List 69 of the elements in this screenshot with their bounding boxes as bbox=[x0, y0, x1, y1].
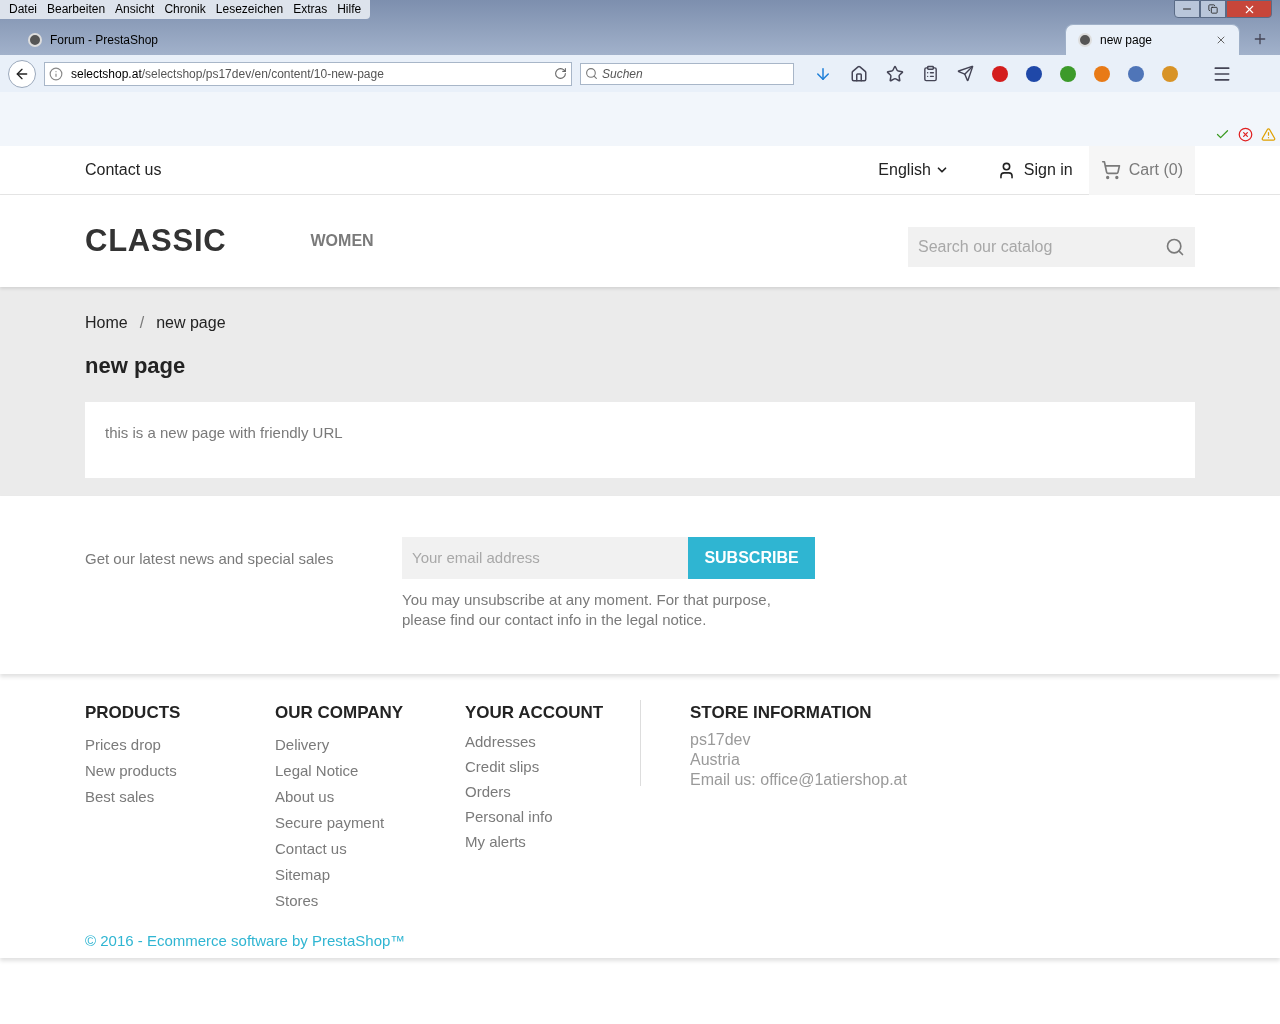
reload-icon[interactable] bbox=[554, 67, 567, 80]
store-info-line: Austria bbox=[690, 749, 741, 770]
minimize-button[interactable] bbox=[1174, 0, 1200, 18]
newsletter-label: Get our latest news and special sales bbox=[85, 549, 335, 569]
breadcrumb-link[interactable]: new page bbox=[156, 311, 226, 335]
address-bar[interactable]: selectshop.at/selectshop/ps17dev/en/content/10-new-page bbox=[44, 61, 572, 86]
info-icon[interactable] bbox=[49, 66, 63, 81]
tab-title: Forum - PrestaShop bbox=[50, 31, 160, 49]
search-icon bbox=[585, 67, 598, 80]
shop-logo[interactable]: CLASSIC bbox=[85, 217, 227, 265]
tab-title: new page bbox=[1100, 32, 1154, 49]
clipboard-icon[interactable] bbox=[922, 65, 939, 82]
close-button[interactable] bbox=[1226, 0, 1272, 18]
footer-link[interactable]: About us bbox=[275, 786, 465, 806]
subscribe-button[interactable]: SUBSCRIBE bbox=[688, 537, 815, 579]
url-host: selectshop.at/selectshop/ps17dev/en/content/10-new-page bbox=[71, 65, 384, 83]
footer-link[interactable]: Addresses bbox=[465, 731, 640, 751]
footer-link[interactable]: Personal info bbox=[465, 806, 640, 826]
footer-link[interactable]: Sitemap bbox=[275, 864, 465, 884]
footer-link[interactable]: Best sales bbox=[85, 786, 275, 806]
menu-item[interactable]: Extras bbox=[288, 0, 333, 19]
menu-item[interactable]: Lesezeichen bbox=[210, 0, 289, 19]
page-title: new page bbox=[85, 352, 187, 380]
menu-item[interactable]: Hilfe bbox=[332, 0, 367, 19]
menu-item[interactable]: Chronik bbox=[159, 0, 211, 19]
cart-button[interactable]: Cart (0) bbox=[1088, 145, 1195, 195]
footer-link[interactable]: Legal Notice bbox=[275, 760, 465, 780]
close-icon[interactable] bbox=[1215, 34, 1227, 46]
restore-icon bbox=[1208, 4, 1218, 14]
menu-item[interactable]: Ansicht bbox=[110, 0, 160, 19]
store-info-line: Email us: office@1atiershop.at bbox=[690, 769, 907, 790]
error-icon bbox=[1238, 127, 1253, 142]
copyright-link[interactable]: © 2016 - Ecommerce software by PrestaShop™ bbox=[85, 929, 1195, 952]
footer-link[interactable]: My alerts bbox=[465, 831, 640, 851]
contact-link[interactable]: Contact us bbox=[85, 158, 162, 182]
footer-heading: PRODUCTS bbox=[85, 702, 182, 724]
footer-link[interactable]: Stores bbox=[275, 890, 465, 910]
page-content: this is a new page with friendly URL bbox=[105, 423, 344, 443]
footer-link[interactable]: New products bbox=[85, 760, 275, 780]
category-link[interactable]: WOMEN bbox=[310, 229, 374, 253]
sign-in-link[interactable]: Sign in bbox=[996, 158, 1073, 182]
store-info-line: ps17dev bbox=[690, 729, 752, 750]
footer-link[interactable]: Contact us bbox=[275, 838, 465, 858]
back-button[interactable] bbox=[8, 59, 36, 88]
browser-tab[interactable]: Forum - PrestaShop bbox=[24, 24, 174, 55]
warning-icon bbox=[1261, 127, 1276, 142]
search-icon[interactable] bbox=[1165, 237, 1185, 257]
language-dropdown[interactable]: English bbox=[878, 158, 949, 182]
new-tab-icon[interactable] bbox=[1252, 31, 1268, 47]
search-field[interactable]: Suchen bbox=[580, 62, 794, 85]
breadcrumb-link[interactable]: Home bbox=[85, 311, 128, 335]
footer-link[interactable]: Prices drop bbox=[85, 734, 275, 754]
footer-heading: YOUR ACCOUNT bbox=[465, 702, 605, 724]
breadcrumb-separator: / bbox=[139, 313, 145, 333]
browser-tab[interactable]: new page bbox=[1065, 24, 1240, 55]
footer-link[interactable]: Secure payment bbox=[275, 812, 465, 832]
footer-link[interactable]: Orders bbox=[465, 781, 640, 801]
unsubscribe-note: You may unsubscribe at any moment. For that purpose, please find our contact info in the legal notice. bbox=[402, 590, 772, 630]
menu-item[interactable]: Datei bbox=[4, 0, 42, 19]
cart-icon bbox=[1100, 160, 1121, 180]
star-icon[interactable] bbox=[886, 64, 904, 83]
footer-heading: OUR COMPANY bbox=[275, 702, 405, 724]
restore-button[interactable] bbox=[1200, 0, 1226, 18]
footer-heading: STORE INFORMATION bbox=[690, 702, 873, 724]
menu-item[interactable]: Bearbeiten bbox=[42, 0, 111, 19]
home-icon[interactable] bbox=[850, 64, 868, 83]
paper-plane-icon[interactable] bbox=[957, 65, 974, 82]
footer-link[interactable]: Delivery bbox=[275, 734, 465, 754]
footer-link[interactable]: Credit slips bbox=[465, 756, 640, 776]
